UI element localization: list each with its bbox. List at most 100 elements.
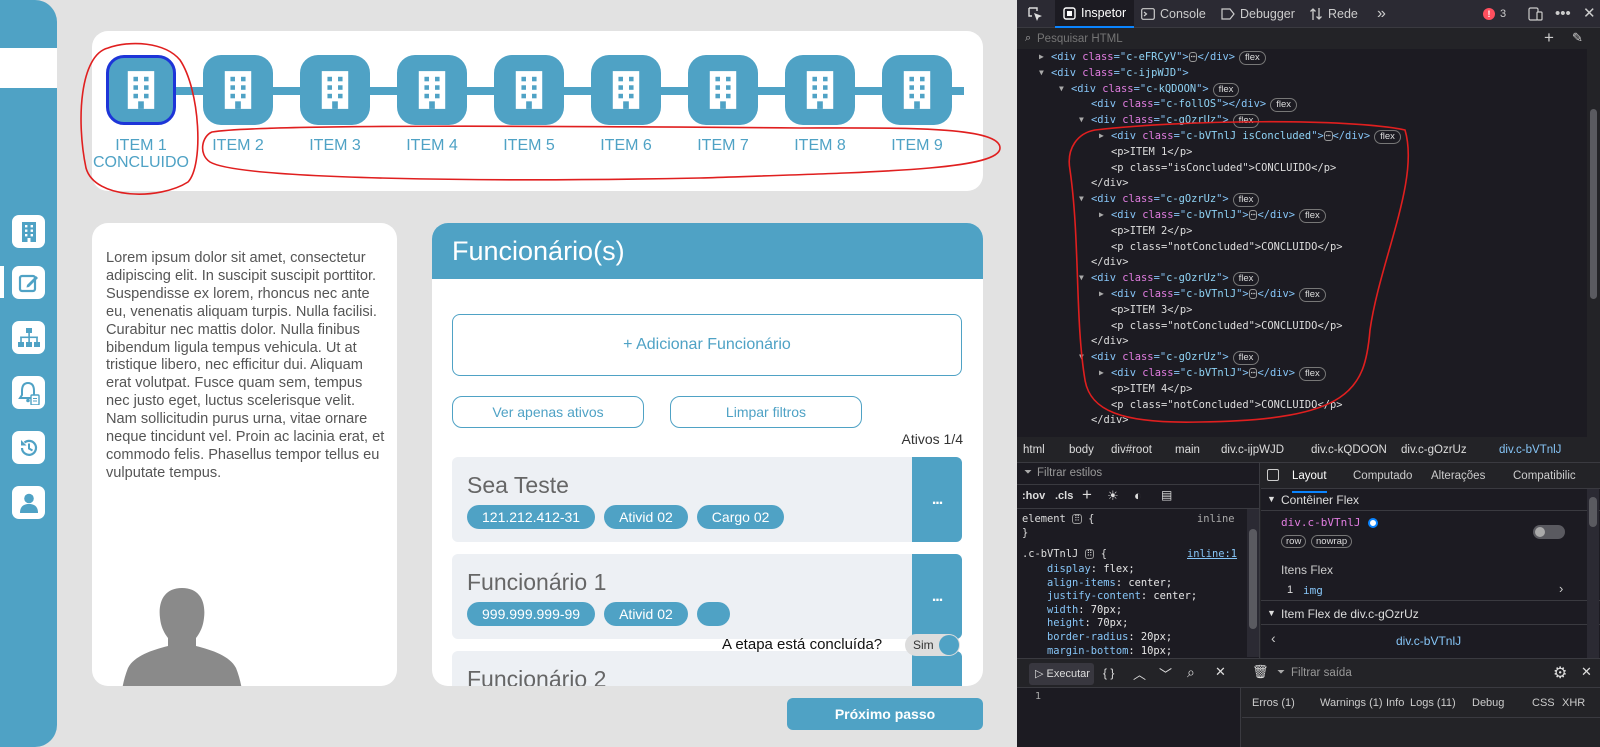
collapse-arrow-icon[interactable]: ▶	[1039, 49, 1044, 65]
step-circle[interactable]	[397, 55, 467, 125]
html-node[interactable]: <p class="notConcluded">CONCLUIDO</p>	[1111, 397, 1342, 413]
css-declaration[interactable]: display: flex;	[1047, 562, 1135, 576]
hover-state-button[interactable]: :hov	[1022, 490, 1045, 502]
employee-row[interactable]: Funcionário 1 999.999.999-99 Ativid 02...	[452, 554, 962, 639]
close-icon[interactable]: ✕	[1215, 664, 1226, 680]
html-node[interactable]: ▶ <div class="c-bVTnlJ"> ⋯ </div> flex	[1099, 286, 1326, 302]
tree-scrollbar[interactable]	[1587, 49, 1600, 437]
html-node[interactable]: </div>	[1091, 412, 1129, 428]
console-filter-tab[interactable]: Erros (1)	[1252, 688, 1295, 718]
html-node[interactable]: ▶ <div class="c-bVTnlJ"> ⋯ </div> flex	[1099, 365, 1326, 381]
html-node[interactable]: </div>	[1091, 175, 1129, 191]
html-node[interactable]: <p class="notConcluded">CONCLUIDO</p>	[1111, 239, 1342, 255]
step-circle[interactable]	[300, 55, 370, 125]
html-node[interactable]: ▼ <div class="c-ijpWJD">	[1039, 65, 1189, 81]
step-item[interactable]: ITEM 4	[397, 55, 467, 154]
close-console-icon[interactable]: ✕	[1581, 664, 1592, 680]
collapse-arrow-icon[interactable]: ▶	[1099, 286, 1104, 302]
expand-arrow-icon[interactable]: ▼	[1079, 349, 1084, 365]
html-node[interactable]: </div>	[1091, 254, 1129, 270]
employee-menu-button[interactable]: ...	[912, 554, 962, 639]
html-node[interactable]: ▼ <div class="c-gOzrUz"> flex	[1079, 191, 1260, 208]
chevron-up-icon[interactable]: ︿	[1133, 664, 1146, 683]
html-node[interactable]: ▼ <div class="c-gOzrUz"> flex	[1079, 112, 1260, 129]
html-node[interactable]: ▶ <div class="c-eFRCyV"> ⋯ </div> flex	[1039, 49, 1266, 65]
flex-item-section-header[interactable]: ▼ Item Flex de div.c-gOzrUz	[1261, 603, 1600, 625]
close-devtools-button[interactable]: ✕	[1583, 0, 1596, 28]
step-circle[interactable]	[688, 55, 758, 125]
sidebar-item-notifications[interactable]	[12, 376, 45, 409]
flex-badge[interactable]: flex	[1299, 367, 1326, 381]
responsive-mode-button[interactable]	[1528, 0, 1543, 28]
employee-row[interactable]: Funcionário 2...	[452, 651, 962, 686]
toggle-sidebar-icon[interactable]	[1267, 469, 1279, 481]
html-node[interactable]: <div class="c-follOS"></div> flex	[1091, 96, 1297, 113]
step-circle[interactable]	[106, 55, 176, 125]
step-circle[interactable]	[882, 55, 952, 125]
css-declaration[interactable]: border-radius: 20px;	[1047, 630, 1172, 644]
expand-arrow-icon[interactable]: ▼	[1079, 191, 1084, 207]
console-filter-tab[interactable]: XHR	[1562, 688, 1585, 718]
add-employee-button[interactable]: + Adicionar Funcionário	[452, 314, 962, 376]
expand-arrow-icon[interactable]: ▼	[1039, 65, 1044, 81]
expand-arrow-icon[interactable]: ▼	[1079, 270, 1084, 286]
more-tabs-button[interactable]: »	[1377, 0, 1386, 28]
error-counter[interactable]: ! 3	[1483, 0, 1506, 28]
html-search-input[interactable]	[1037, 31, 1507, 47]
flex-badge[interactable]: flex	[1232, 272, 1260, 287]
tab-console[interactable]: Console	[1141, 0, 1206, 28]
html-node[interactable]: <p>ITEM 2</p>	[1111, 223, 1192, 239]
stage-complete-toggle[interactable]: Sim	[905, 634, 960, 656]
options-menu-button[interactable]: •••	[1555, 0, 1571, 28]
search-icon[interactable]: ⌕	[1187, 664, 1195, 681]
tab-inspector[interactable]: Inspetor	[1055, 0, 1135, 28]
light-mode-icon[interactable]: ☀	[1107, 488, 1119, 504]
flex-badge[interactable]: flex	[1374, 130, 1401, 144]
clear-filters-button[interactable]: Limpar filtros	[670, 396, 862, 428]
html-node[interactable]: ▶ <div class="c-bVTnlJ isConcluded"> ⋯ </di…	[1099, 128, 1401, 144]
flex-badge[interactable]: flex	[1299, 288, 1326, 302]
employee-menu-button[interactable]: ...	[912, 651, 962, 686]
flex-container-selector[interactable]: div.c-bVTnlJ	[1281, 516, 1360, 529]
breadcrumb-item[interactable]: body	[1069, 437, 1094, 463]
rule-source-link[interactable]: inline:1	[1187, 547, 1237, 561]
chevron-left-icon[interactable]: ‹	[1271, 630, 1276, 646]
step-circle[interactable]	[785, 55, 855, 125]
css-declaration[interactable]: justify-content: center;	[1047, 589, 1197, 603]
html-node[interactable]: <p class="isConcluded">CONCLUIDO</p>	[1111, 160, 1336, 176]
tab-network[interactable]: Rede	[1309, 0, 1358, 28]
flex-badge[interactable]: flex	[1270, 98, 1297, 113]
flex-overlay-toggle[interactable]	[1533, 525, 1565, 539]
sidebar-item-profile[interactable]	[12, 486, 45, 519]
add-node-icon[interactable]: +	[1544, 28, 1554, 48]
flex-badge[interactable]: flex	[1212, 82, 1240, 97]
css-declaration[interactable]: height: 70px;	[1047, 616, 1128, 630]
step-item[interactable]: ITEM 3	[300, 55, 370, 154]
flex-badge[interactable]: flex	[1239, 51, 1266, 65]
console-filter-tab[interactable]: CSS	[1532, 688, 1555, 718]
styles-filter-input[interactable]: Filtrar estilos	[1037, 467, 1102, 479]
html-node[interactable]: </div>	[1091, 333, 1129, 349]
next-step-button[interactable]: Próximo passo	[787, 698, 983, 730]
sidebar-item-history[interactable]	[12, 431, 45, 464]
step-circle[interactable]	[494, 55, 564, 125]
flex-badge[interactable]: flex	[1232, 193, 1260, 208]
breadcrumb-item[interactable]: div.c-kQDOON	[1311, 437, 1387, 463]
html-node[interactable]: <p class="notConcluded">CONCLUIDO</p>	[1111, 318, 1342, 334]
html-node[interactable]: ▶ <div class="c-bVTnlJ"> ⋯ </div> flex	[1099, 207, 1326, 223]
tab-compatibility[interactable]: Compatibilic	[1513, 461, 1576, 491]
settings-gear-icon[interactable]: ⚙	[1553, 663, 1567, 683]
flex-badge[interactable]: flex	[1299, 209, 1326, 223]
print-media-icon[interactable]: ▤	[1161, 488, 1172, 502]
step-item[interactable]: ITEM 8	[785, 55, 855, 154]
collapse-arrow-icon[interactable]: ▶	[1099, 207, 1104, 223]
sidebar-item-org-chart[interactable]	[12, 321, 45, 354]
css-declaration[interactable]: align-items: center;	[1047, 576, 1172, 590]
eyedropper-icon[interactable]: ✎	[1572, 30, 1583, 46]
flex-badge[interactable]: flex	[1232, 351, 1260, 366]
step-item[interactable]: ITEM 9	[882, 55, 952, 154]
add-rule-icon[interactable]: +	[1082, 485, 1092, 505]
flex-container-section-header[interactable]: ▼ Contêiner Flex	[1261, 489, 1600, 511]
sidebar-item-edit[interactable]	[12, 266, 45, 299]
breadcrumb-item[interactable]: div#root	[1111, 437, 1152, 463]
